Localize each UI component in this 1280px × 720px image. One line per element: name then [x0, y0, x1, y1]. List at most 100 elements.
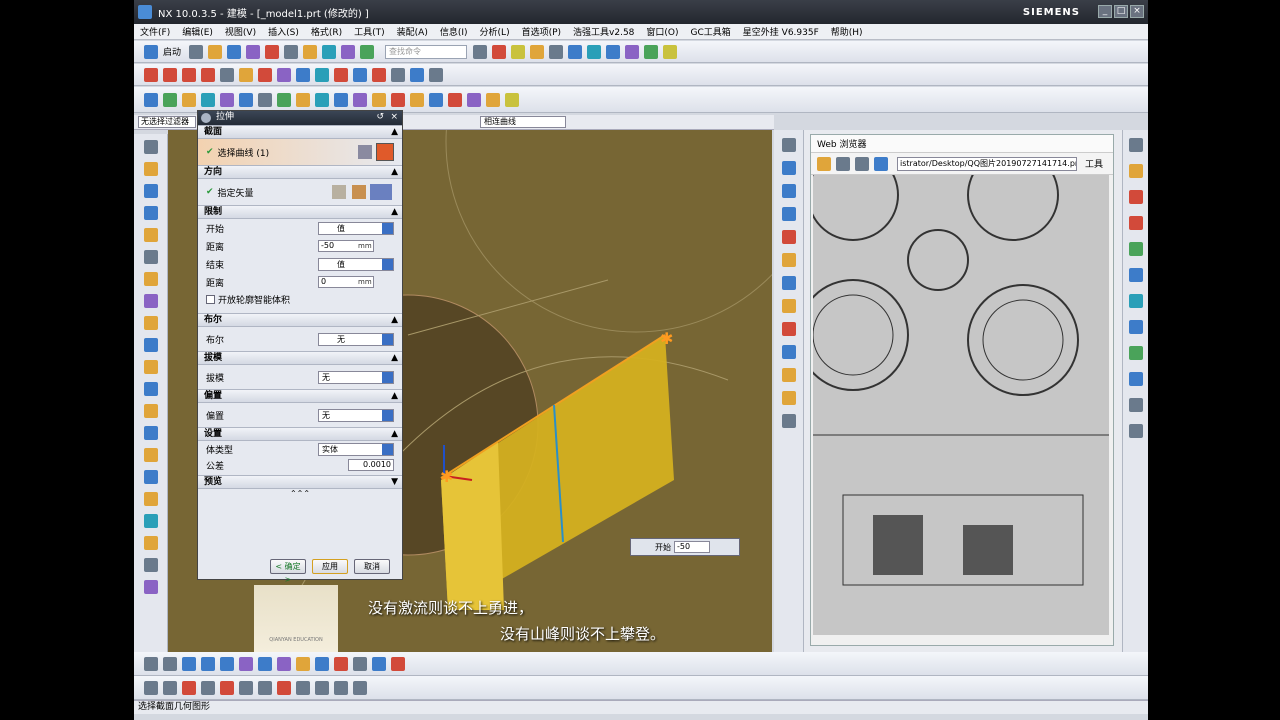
blend-icon[interactable]: [296, 92, 310, 107]
direction-header[interactable]: 方向 ▲: [198, 165, 402, 179]
boolean-select[interactable]: 无: [318, 332, 394, 346]
tool-j-icon[interactable]: [1128, 424, 1143, 438]
section-view-icon[interactable]: [781, 368, 796, 382]
sphere-icon[interactable]: [511, 44, 526, 59]
view-icon[interactable]: [568, 44, 583, 59]
dialog-close-icon[interactable]: ×: [390, 111, 398, 124]
model-view-icon[interactable]: [143, 426, 158, 440]
forward-icon[interactable]: [855, 156, 869, 171]
sketch-rectangle-icon[interactable]: [277, 680, 291, 695]
offset-header[interactable]: 偏置 ▲: [198, 389, 402, 403]
section-header[interactable]: 截面 ▲: [198, 125, 402, 139]
tool-i-icon[interactable]: [1128, 398, 1143, 412]
render-icon[interactable]: [530, 44, 545, 59]
menu-item[interactable]: 编辑(E): [182, 25, 213, 38]
block-icon[interactable]: [143, 514, 158, 528]
right-view-icon[interactable]: [781, 207, 796, 221]
reverse-direction-icon[interactable]: [332, 185, 346, 199]
cut-icon[interactable]: [303, 44, 318, 59]
measure-icon[interactable]: [663, 44, 678, 59]
pattern-icon[interactable]: [353, 92, 367, 107]
mirror-feature-icon[interactable]: [372, 92, 386, 107]
front-view-icon[interactable]: [781, 161, 796, 175]
draft-header[interactable]: 拔模 ▲: [198, 351, 402, 365]
edge-display-icon[interactable]: [781, 391, 796, 405]
maximize-button[interactable]: □: [1114, 5, 1128, 18]
search-icon[interactable]: [473, 44, 488, 59]
menu-item[interactable]: 帮助(H): [831, 25, 863, 38]
on-curve-icon[interactable]: [372, 656, 386, 671]
sketch-line-icon[interactable]: [201, 680, 215, 695]
undo-icon[interactable]: [265, 44, 280, 59]
top-view-icon[interactable]: [781, 184, 796, 198]
select-all-icon[interactable]: [144, 656, 158, 671]
datum-axis-icon[interactable]: [410, 67, 424, 82]
display-icon[interactable]: [549, 44, 564, 59]
onscreen-value-input[interactable]: -50: [674, 541, 710, 553]
tool-e-icon[interactable]: [1128, 268, 1143, 282]
body-type-select[interactable]: 实体: [318, 442, 394, 456]
selection-filter-dropdown[interactable]: 无选择过滤器: [138, 116, 196, 128]
mirror-curve-icon[interactable]: [296, 67, 310, 82]
shell-icon[interactable]: [334, 92, 348, 107]
reset-icon[interactable]: ↺: [376, 111, 384, 124]
rectangle-icon[interactable]: [201, 67, 215, 82]
tool-g-icon[interactable]: [1128, 346, 1143, 360]
cone-icon[interactable]: [143, 536, 158, 550]
draft-icon[interactable]: [448, 92, 462, 107]
snap-icon[interactable]: [644, 44, 659, 59]
redo-icon[interactable]: [284, 44, 299, 59]
face-offset-icon[interactable]: [486, 92, 500, 107]
refresh-icon[interactable]: [874, 156, 888, 171]
existing-point-icon[interactable]: [353, 656, 367, 671]
intersection-icon[interactable]: [334, 656, 348, 671]
boss-icon[interactable]: [201, 92, 215, 107]
intersect-icon[interactable]: [277, 92, 291, 107]
iso-view-icon[interactable]: [781, 345, 796, 359]
command-search-input[interactable]: 查找命令: [385, 44, 468, 59]
extrude-icon[interactable]: [144, 92, 158, 107]
circle-icon[interactable]: [182, 67, 196, 82]
menu-item[interactable]: GC工具箱: [691, 25, 731, 38]
limits-header[interactable]: 限制 ▲: [198, 205, 402, 219]
palette-icon[interactable]: [143, 404, 158, 418]
snap-point-icon[interactable]: [239, 656, 253, 671]
section-builder-icon[interactable]: [358, 145, 372, 159]
fillet-icon[interactable]: [258, 680, 272, 695]
curve-rule-dropdown[interactable]: 相连曲线: [480, 116, 566, 128]
manufacturing-wizards-icon[interactable]: [143, 338, 158, 352]
vector-type-dropdown[interactable]: [370, 184, 392, 200]
back-icon[interactable]: [836, 156, 850, 171]
start-icon[interactable]: [144, 44, 158, 59]
on-face-icon[interactable]: [391, 656, 405, 671]
chamfer-icon[interactable]: [315, 92, 329, 107]
split-body-icon[interactable]: [410, 92, 424, 107]
hd3d-icon[interactable]: [143, 228, 158, 242]
tool-h-icon[interactable]: [1128, 372, 1143, 386]
dialog-gear-icon[interactable]: [201, 113, 211, 123]
paste-icon[interactable]: [341, 44, 356, 59]
menu-item[interactable]: 信息(I): [440, 25, 468, 38]
tool-b-icon[interactable]: [1128, 190, 1143, 204]
copy-icon[interactable]: [322, 44, 337, 59]
offset-curve-icon[interactable]: [258, 67, 272, 82]
wireframe-icon[interactable]: [781, 322, 796, 336]
menu-item[interactable]: 插入(S): [268, 25, 299, 38]
cancel-button[interactable]: 取消: [354, 559, 390, 574]
offset-select[interactable]: 无: [318, 408, 394, 422]
menu-item[interactable]: 文件(F): [140, 25, 170, 38]
filter-icon[interactable]: [182, 656, 196, 671]
start-type-select[interactable]: 值: [318, 221, 394, 235]
menu-item[interactable]: 浩强工具v2.58: [573, 25, 634, 38]
menu-item[interactable]: 分析(L): [480, 25, 510, 38]
tool-a-icon[interactable]: [1128, 164, 1143, 178]
zoom-icon[interactable]: [781, 253, 796, 267]
tool-f-icon[interactable]: [1128, 294, 1143, 308]
part-navigator-icon[interactable]: [143, 140, 158, 154]
preview-header[interactable]: 预览 ▼: [198, 475, 402, 489]
shaded-icon[interactable]: [781, 299, 796, 313]
system-scenes-icon[interactable]: [143, 382, 158, 396]
vector-dialog-icon[interactable]: [352, 185, 366, 199]
camera-icon[interactable]: [143, 448, 158, 462]
body-icon[interactable]: [143, 470, 158, 484]
